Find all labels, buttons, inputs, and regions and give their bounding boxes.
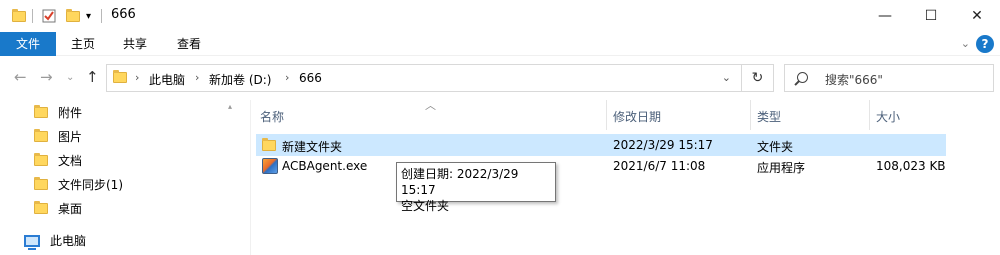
column-header-date[interactable]: 修改日期 xyxy=(613,108,661,125)
expand-ribbon-chevron-icon[interactable]: ⌄ xyxy=(961,37,970,50)
sort-ascending-icon: ︿ xyxy=(425,99,436,112)
sidebar-item-label: 图片 xyxy=(58,129,83,144)
window-title: 666 xyxy=(111,7,136,22)
minimize-button[interactable]: — xyxy=(862,0,908,32)
column-header-name[interactable]: 名称 xyxy=(260,108,284,125)
sidebar-scrollbar[interactable]: ▴ xyxy=(228,100,236,255)
folder-icon xyxy=(34,128,48,142)
file-row[interactable]: 新建文件夹 2022/3/29 15:17 文件夹 xyxy=(256,134,946,156)
sidebar-item-label: 桌面 xyxy=(58,201,83,216)
file-name: 新建文件夹 xyxy=(282,140,343,154)
ribbon: 文件 主页 共享 查看 ⌄ ? xyxy=(0,32,1000,56)
quick-access-folder[interactable] xyxy=(12,8,26,24)
folder-icon xyxy=(34,176,48,190)
sidebar-item-label: 附件 xyxy=(58,105,83,120)
file-date: 2021/6/7 11:08 xyxy=(613,159,706,173)
address-folder-icon xyxy=(113,70,127,83)
tab-home[interactable]: 主页 xyxy=(60,32,106,56)
breadcrumb-separator-icon[interactable]: › xyxy=(195,71,199,84)
folder-icon xyxy=(262,138,276,151)
file-date: 2022/3/29 15:17 xyxy=(613,138,713,152)
sidebar-item-label: 此电脑 xyxy=(50,234,87,248)
maximize-icon: ☐ xyxy=(924,8,938,24)
folder-info-tooltip: 创建日期: 2022/3/29 15:17 空文件夹 xyxy=(396,162,556,213)
folder-icon xyxy=(12,8,26,22)
column-divider[interactable] xyxy=(750,100,751,130)
sidebar-item-pictures[interactable]: 图片 xyxy=(34,125,82,147)
minimize-icon: — xyxy=(878,8,892,24)
sidebar-item-documents[interactable]: 文档 xyxy=(34,149,82,171)
breadcrumb-separator-icon[interactable]: › xyxy=(285,71,289,84)
up-arrow-icon[interactable]: ↑ xyxy=(86,68,99,86)
title-separator xyxy=(32,8,33,24)
sidebar-item-label: 文件同步(1) xyxy=(58,177,123,192)
search-icon xyxy=(797,72,808,83)
folder-icon xyxy=(34,200,48,214)
forward-arrow-icon[interactable]: → xyxy=(40,68,53,86)
breadcrumb-folder[interactable]: 666 xyxy=(299,71,322,85)
properties-icon xyxy=(42,9,56,23)
close-button[interactable]: ✕ xyxy=(954,0,1000,32)
search-placeholder: 搜索"666" xyxy=(825,73,883,87)
quick-access-new-folder[interactable] xyxy=(66,8,80,24)
maximize-button[interactable]: ☐ xyxy=(908,0,954,32)
tooltip-created-date: 创建日期: 2022/3/29 15:17 xyxy=(401,167,519,197)
column-header-size[interactable]: 大小 xyxy=(876,108,900,125)
breadcrumb-this-pc[interactable]: 此电脑 xyxy=(149,71,185,88)
refresh-icon: ↻ xyxy=(751,70,764,86)
help-button[interactable]: ? xyxy=(976,35,994,53)
scroll-up-icon[interactable]: ▴ xyxy=(228,102,232,111)
tab-file[interactable]: 文件 xyxy=(0,32,56,56)
application-icon xyxy=(262,158,278,174)
back-arrow-icon[interactable]: ← xyxy=(14,68,27,86)
title-separator-2 xyxy=(101,8,102,24)
refresh-button[interactable]: ↻ xyxy=(742,64,774,92)
breadcrumb-drive[interactable]: 新加卷 (D:) xyxy=(209,71,271,88)
recent-locations-chevron-icon[interactable]: ⌄ xyxy=(66,72,74,83)
sidebar-item-file-sync[interactable]: 文件同步(1) xyxy=(34,173,123,195)
file-size: 108,023 KB xyxy=(876,159,946,173)
column-divider[interactable] xyxy=(606,100,607,130)
address-bar[interactable]: › 此电脑 › 新加卷 (D:) › 666 ⌄ xyxy=(106,64,742,92)
sidebar-item-this-pc[interactable]: 此电脑 xyxy=(24,232,87,250)
close-icon: ✕ xyxy=(971,8,983,24)
column-header-type[interactable]: 类型 xyxy=(757,108,781,125)
folder-icon xyxy=(34,152,48,166)
quick-access-properties[interactable] xyxy=(42,8,56,24)
file-name: ACBAgent.exe xyxy=(282,159,368,173)
breadcrumb-separator-icon[interactable]: › xyxy=(135,71,139,84)
customize-quick-access-dropdown[interactable]: ▾ xyxy=(86,8,91,24)
new-folder-icon xyxy=(66,8,80,22)
navigation-pane: 附件 图片 文档 文件同步(1) 桌面 此电脑 xyxy=(0,100,250,255)
sidebar-item-label: 文档 xyxy=(58,153,83,168)
file-type: 应用程序 xyxy=(757,161,806,175)
search-box[interactable]: 搜索"666" xyxy=(784,64,994,92)
tooltip-folder-status: 空文件夹 xyxy=(401,199,450,213)
sidebar-item-desktop[interactable]: 桌面 xyxy=(34,197,82,219)
computer-icon xyxy=(24,234,40,250)
file-type: 文件夹 xyxy=(757,140,794,154)
sidebar-item-attachments[interactable]: 附件 xyxy=(34,101,82,123)
tab-view[interactable]: 查看 xyxy=(166,32,212,56)
pane-divider[interactable] xyxy=(250,100,251,255)
chevron-down-icon: ▾ xyxy=(86,10,92,22)
title-bar: ▾ 666 — ☐ ✕ xyxy=(0,0,1000,32)
column-divider[interactable] xyxy=(869,100,870,130)
file-row[interactable]: ACBAgent.exe 2021/6/7 11:08 应用程序 108,023… xyxy=(256,155,946,177)
tab-share[interactable]: 共享 xyxy=(112,32,158,56)
folder-icon xyxy=(34,104,48,118)
address-dropdown-chevron-icon[interactable]: ⌄ xyxy=(722,71,731,84)
